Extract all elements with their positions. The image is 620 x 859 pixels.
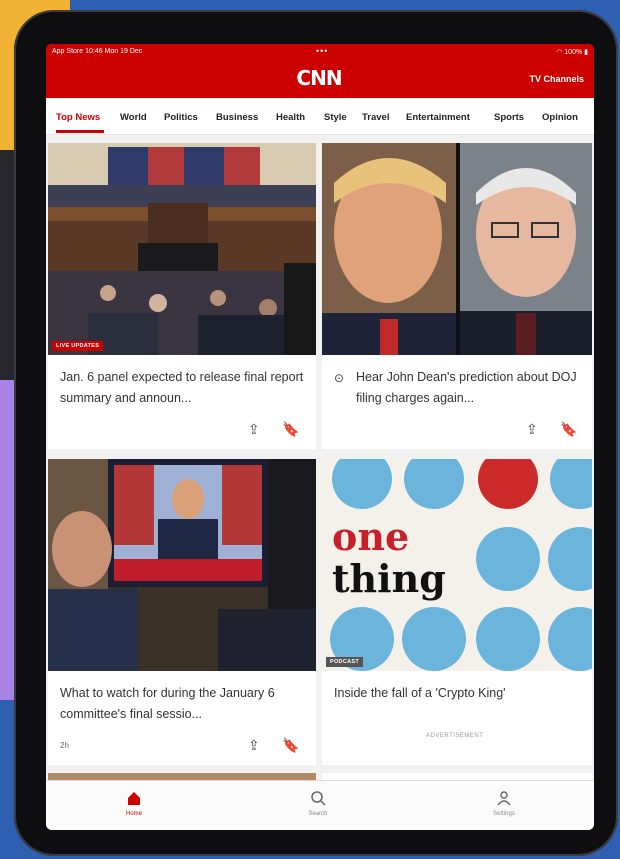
multitask-dots[interactable]: ••• (316, 46, 328, 56)
tab-entertainment[interactable]: Entertainment (406, 112, 470, 123)
podcast-word-one: one (332, 514, 410, 559)
status-left: App Store 10:46 Mon 19 Dec (52, 48, 143, 55)
bottom-tab-settings[interactable]: Settings (474, 787, 534, 817)
section-tabs: Top News World Politics Business Health … (46, 98, 594, 135)
committee-screen-image (48, 459, 316, 671)
news-feed[interactable]: LIVE UPDATES Jan. 6 panel expected to re… (46, 135, 594, 783)
wifi-icon: ◠ (556, 49, 563, 56)
battery-indicator: ◠ 100% ▮ (556, 48, 588, 56)
battery-percent: 100% (564, 49, 583, 56)
story-card-crypto-king[interactable]: one thing PODCAST Inside the fall of a '… (322, 459, 592, 765)
story-card-jan6-panel[interactable]: LIVE UPDATES Jan. 6 panel expected to re… (48, 143, 316, 449)
cnn-logo[interactable]: CNN (296, 66, 342, 90)
app-screen: App Store 10:46 Mon 19 Dec ••• ◠ 100% ▮ … (46, 44, 594, 830)
active-tab-indicator (56, 130, 104, 133)
story-title[interactable]: Jan. 6 panel expected to release final r… (60, 367, 304, 409)
story-title[interactable]: Inside the fall of a 'Crypto King' (334, 683, 578, 704)
podcast-badge: PODCAST (326, 657, 363, 667)
bottom-tab-bar: Home Search Settings (46, 780, 594, 830)
tab-business[interactable]: Business (216, 112, 258, 123)
tv-channels-button[interactable]: TV Channels (529, 74, 584, 84)
podcast-word-thing: thing (332, 556, 446, 601)
story-title[interactable]: Hear John Dean's prediction about DOJ fi… (356, 367, 584, 409)
story-timestamp: 2h (60, 741, 69, 750)
bottom-tab-search[interactable]: Search (288, 787, 348, 817)
story-card-john-dean[interactable]: ⊙ Hear John Dean's prediction about DOJ … (322, 143, 592, 449)
tab-opinion[interactable]: Opinion (542, 112, 578, 123)
share-icon[interactable]: ⇪ (248, 421, 260, 438)
live-updates-badge: LIVE UPDATES (52, 341, 104, 351)
tab-top-news[interactable]: Top News (56, 112, 100, 123)
bookmark-icon[interactable]: 🔖 (282, 737, 299, 754)
tab-style[interactable]: Style (324, 112, 347, 123)
tab-politics[interactable]: Politics (164, 112, 198, 123)
tab-sports[interactable]: Sports (494, 112, 524, 123)
person-icon (474, 787, 534, 809)
portraits-image (322, 143, 592, 355)
battery-icon: ▮ (584, 49, 588, 56)
bottom-tab-label: Settings (493, 811, 515, 817)
tab-travel[interactable]: Travel (362, 112, 389, 123)
search-icon (288, 787, 348, 809)
story-card-what-to-watch[interactable]: What to watch for during the January 6 c… (48, 459, 316, 765)
share-icon[interactable]: ⇪ (248, 737, 260, 754)
bottom-tab-home[interactable]: Home (104, 787, 164, 817)
bookmark-icon[interactable]: 🔖 (560, 421, 577, 438)
one-thing-podcast-image: one thing (322, 459, 592, 671)
advertisement-label: ADVERTISEMENT (426, 733, 484, 739)
top-bar: App Store 10:46 Mon 19 Dec ••• ◠ 100% ▮ … (46, 44, 594, 98)
tab-health[interactable]: Health (276, 112, 305, 123)
share-icon[interactable]: ⇪ (526, 421, 538, 438)
bottom-tab-label: Search (308, 811, 328, 817)
hearing-room-image (48, 143, 316, 355)
status-bar: App Store 10:46 Mon 19 Dec ••• ◠ 100% ▮ (52, 46, 588, 58)
home-icon (104, 787, 164, 809)
tab-world[interactable]: World (120, 112, 147, 123)
bookmark-icon[interactable]: 🔖 (282, 421, 299, 438)
bottom-tab-label: Home (125, 811, 142, 817)
story-title[interactable]: What to watch for during the January 6 c… (60, 683, 304, 725)
video-play-icon: ⊙ (334, 371, 345, 385)
